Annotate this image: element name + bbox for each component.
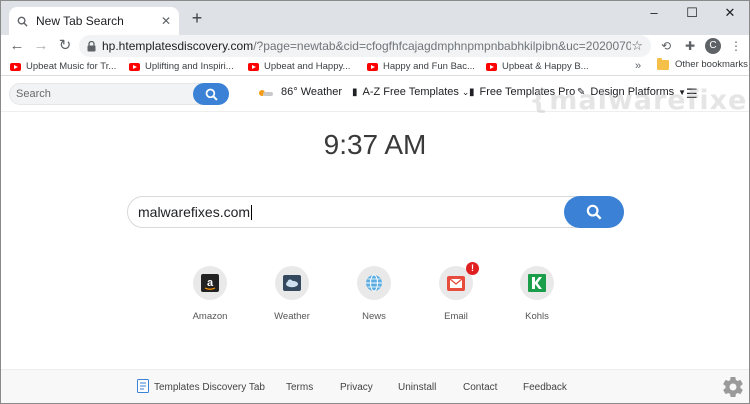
youtube-icon: [129, 62, 140, 71]
weather-icon: [275, 266, 309, 300]
extensions-puzzle-icon[interactable]: ✚: [681, 37, 699, 55]
minimize-button[interactable]: –: [635, 1, 673, 27]
tile-kohls[interactable]: Kohls: [507, 266, 567, 322]
back-icon[interactable]: ←: [5, 35, 29, 57]
notification-badge: !: [466, 262, 479, 275]
new-tab-button[interactable]: +: [187, 9, 207, 29]
profile-avatar[interactable]: C: [705, 38, 721, 54]
weather-link[interactable]: 86° Weather: [257, 86, 342, 98]
folder-icon: [657, 57, 669, 70]
tile-amazon[interactable]: a Amazon: [180, 266, 240, 322]
globe-icon: [357, 266, 391, 300]
browser-tab[interactable]: New Tab Search ✕: [9, 7, 179, 35]
bookmark-item[interactable]: Uplifting and Inspiri...: [129, 61, 239, 72]
text-caret: [251, 204, 253, 220]
bookmarks-overflow-icon[interactable]: »: [635, 60, 641, 72]
tab-close-icon[interactable]: ✕: [161, 14, 171, 28]
header-search-box[interactable]: Search: [9, 83, 229, 105]
tile-email[interactable]: ! Email: [426, 262, 486, 322]
tab-title: New Tab Search: [36, 14, 124, 28]
footer-link-contact[interactable]: Contact: [463, 382, 497, 393]
forward-icon[interactable]: →: [29, 35, 53, 57]
tab-strip: New Tab Search ✕ + – ☐ ✕: [1, 1, 749, 35]
bookmark-item[interactable]: Upbeat & Happy B...: [486, 61, 596, 72]
address-bar[interactable]: hp.htemplatesdiscovery.com/?page=newtab&…: [79, 35, 651, 57]
document-icon: ▮: [352, 86, 358, 98]
search-icon: [205, 88, 218, 101]
bookmark-star-icon[interactable]: ☆: [631, 38, 643, 54]
tile-news[interactable]: News: [344, 266, 404, 322]
other-bookmarks[interactable]: Other bookmarks: [657, 57, 748, 70]
menu-kebab-icon[interactable]: ⋮: [727, 37, 745, 55]
shortcut-tiles: a Amazon Weather News ! Email Kohls: [1, 262, 749, 326]
email-icon: !: [439, 262, 479, 300]
browser-window: New Tab Search ✕ + – ☐ ✕ ← → ↻ hp.htempl…: [0, 0, 750, 404]
bookmark-item[interactable]: Upbeat Music for Tr...: [10, 61, 120, 72]
main-search-button[interactable]: [564, 196, 624, 228]
lock-icon: [87, 40, 96, 51]
bookmark-item[interactable]: Happy and Fun Bac...: [367, 61, 477, 72]
search-icon: [586, 204, 602, 220]
browser-toolbar: ← → ↻ hp.htemplatesdiscovery.com/?page=n…: [1, 35, 749, 57]
search-icon: [17, 16, 28, 27]
document-icon: ▮: [469, 86, 475, 98]
kohls-icon: [520, 266, 554, 300]
clock: 9:37 AM: [323, 129, 427, 160]
url-text: hp.htemplatesdiscovery.com/?page=newtab&…: [102, 39, 632, 53]
history-icon[interactable]: ⟲: [657, 37, 675, 55]
svg-text:a: a: [207, 277, 214, 289]
templates-doc-icon: [137, 379, 149, 393]
bookmark-item[interactable]: Upbeat and Happy...: [248, 61, 358, 72]
footer-link-privacy[interactable]: Privacy: [340, 382, 373, 393]
maximize-button[interactable]: ☐: [673, 1, 711, 27]
youtube-icon: [10, 62, 21, 71]
bookmarks-bar: Upbeat Music for Tr... Uplifting and Ins…: [1, 57, 749, 76]
gear-icon[interactable]: [721, 375, 745, 399]
footer-link-terms[interactable]: Terms: [286, 382, 313, 393]
tile-weather[interactable]: Weather: [262, 266, 322, 322]
main-search-box[interactable]: malwarefixes.com: [127, 196, 624, 228]
watermark: {malwarefixes}: [529, 85, 749, 116]
main-search-input[interactable]: malwarefixes.com: [138, 204, 250, 220]
footer-link-templates-discovery[interactable]: Templates Discovery Tab: [154, 382, 265, 393]
reload-icon[interactable]: ↻: [53, 35, 77, 57]
page-footer: Templates Discovery Tab Terms Privacy Un…: [1, 369, 749, 403]
amazon-icon: a: [193, 266, 227, 300]
footer-link-feedback[interactable]: Feedback: [523, 382, 567, 393]
weather-sun-icon: [257, 88, 273, 97]
az-templates-link[interactable]: ▮ A-Z Free Templates ⌄: [352, 86, 469, 98]
youtube-icon: [486, 62, 497, 71]
footer-link-uninstall[interactable]: Uninstall: [398, 382, 436, 393]
youtube-icon: [248, 62, 259, 71]
close-window-button[interactable]: ✕: [711, 1, 749, 27]
youtube-icon: [367, 62, 378, 71]
header-search-button[interactable]: [193, 83, 229, 105]
